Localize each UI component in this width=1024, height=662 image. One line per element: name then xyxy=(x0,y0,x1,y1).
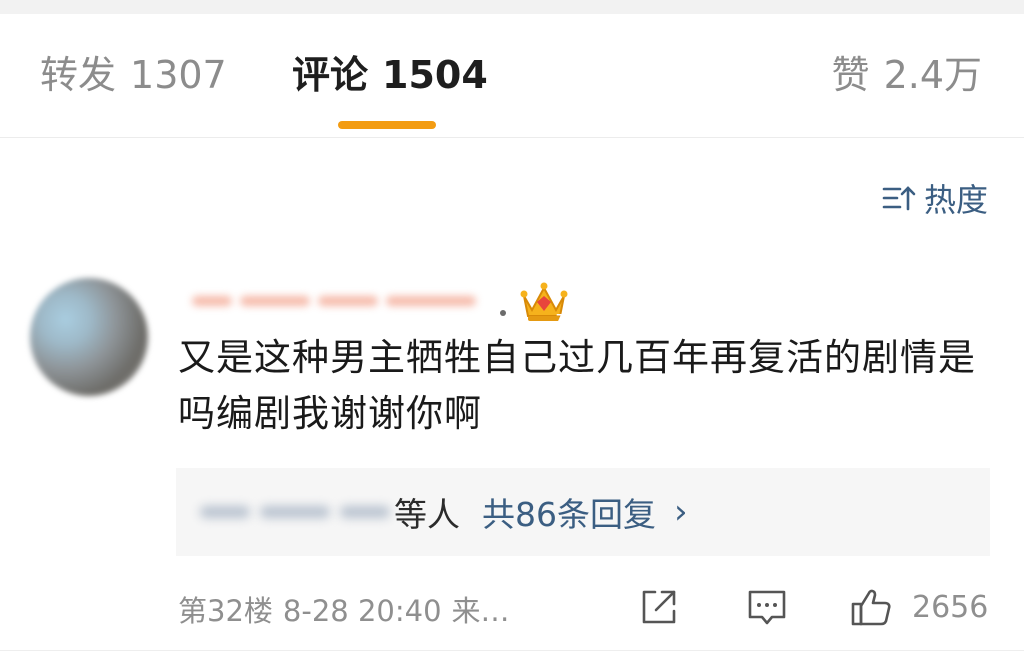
tab-comments[interactable]: 评论 1504 xyxy=(292,52,488,98)
blurred-text xyxy=(386,296,476,306)
share-icon xyxy=(642,590,676,624)
blurred-text xyxy=(240,296,310,306)
tab-likes-label: 赞 xyxy=(831,53,870,97)
top-strip xyxy=(0,0,1024,14)
floor-number: 第32楼 xyxy=(178,594,273,628)
share-button[interactable] xyxy=(638,584,680,630)
active-tab-indicator xyxy=(338,121,436,129)
comment-footer: 第32楼 8-28 20:40 来… 2656 xyxy=(178,584,990,630)
replies-total-link[interactable]: 共86条回复 xyxy=(482,488,656,536)
username-blurred[interactable] xyxy=(178,284,508,318)
comment-source: 来… xyxy=(451,594,510,628)
blurred-text xyxy=(192,296,232,306)
sort-label: 热度 xyxy=(923,181,988,219)
chevron-right-icon: › xyxy=(674,492,688,532)
tab-likes-count: 2.4万 xyxy=(883,53,982,97)
like-button[interactable]: 2656 xyxy=(850,584,988,630)
comment-text: 又是这种男主牺牲自己过几百年再复活的剧情是吗编剧我谢谢你啊 xyxy=(178,336,976,435)
like-count: 2656 xyxy=(912,589,989,625)
replies-summary[interactable]: 等人 共86条回复 › xyxy=(176,468,990,556)
tab-bar: 转发 1307 评论 1504 赞 2.4万 xyxy=(0,14,1024,138)
blurred-reply-users xyxy=(200,492,390,532)
tab-reposts[interactable]: 转发 1307 xyxy=(40,52,227,98)
comment-meta: 第32楼 8-28 20:40 来… xyxy=(178,588,510,630)
comment-icon xyxy=(748,590,786,625)
sort-button[interactable]: 热度 xyxy=(882,178,988,219)
user-avatar[interactable] xyxy=(30,278,148,396)
sort-icon xyxy=(882,186,916,211)
thumbs-up-icon xyxy=(851,589,891,626)
reply-button[interactable] xyxy=(746,584,788,630)
tab-reposts-count: 1307 xyxy=(130,53,227,97)
replies-others-label: 等人 xyxy=(394,495,460,534)
crown-badge-icon: 7 xyxy=(520,282,568,324)
divider xyxy=(0,650,1024,651)
comment-datetime: 8-28 20:40 xyxy=(282,594,442,628)
svg-text:7: 7 xyxy=(556,312,564,324)
tab-likes[interactable]: 赞 2.4万 xyxy=(832,52,982,98)
dot xyxy=(500,310,506,316)
blurred-text xyxy=(318,296,378,306)
tab-reposts-label: 转发 xyxy=(40,53,117,97)
tab-comments-label: 评论 xyxy=(292,53,369,97)
tab-comments-count: 1504 xyxy=(382,53,488,97)
